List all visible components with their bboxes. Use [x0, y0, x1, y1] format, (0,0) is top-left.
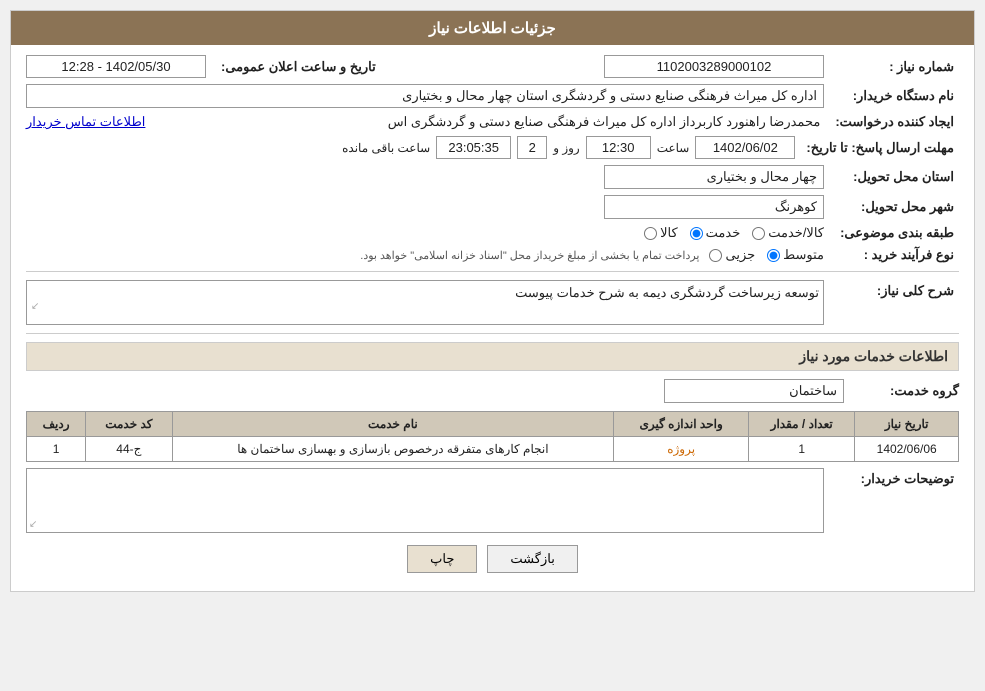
reply-remaining-label: ساعت باقی مانده	[342, 141, 430, 155]
radio-motavaset[interactable]: متوسط	[767, 247, 824, 263]
province-label: استان محل تحویل:	[839, 169, 959, 185]
services-section-title: اطلاعات خدمات مورد نیاز	[26, 342, 959, 371]
services-table: تاریخ نیاز تعداد / مقدار واحد اندازه گیر…	[26, 411, 959, 462]
reply-time-label: ساعت	[657, 141, 690, 155]
need-number-value: 1102003289000102	[604, 55, 824, 78]
cell-quantity: 1	[749, 437, 855, 462]
col-unit: واحد اندازه گیری	[614, 412, 749, 437]
cell-row-num: 1	[27, 437, 86, 462]
table-row: 1402/06/06 1 پروژه انجام کارهای متفرقه د…	[27, 437, 959, 462]
service-group-label: گروه خدمت:	[859, 383, 959, 399]
buyer-notes-label: توضیحات خریدار:	[839, 468, 959, 487]
col-service-code: کد خدمت	[86, 412, 172, 437]
buyer-notes-value: ↙	[26, 468, 824, 533]
reply-days-label: روز و	[553, 141, 580, 155]
radio-kala[interactable]: کالا	[644, 225, 678, 241]
radio-khedmat[interactable]: خدمت	[690, 225, 741, 241]
col-need-date: تاریخ نیاز	[855, 412, 959, 437]
cell-unit: پروژه	[614, 437, 749, 462]
date-label: تاریخ و ساعت اعلان عمومی:	[221, 59, 381, 75]
print-button[interactable]: چاپ	[407, 545, 477, 573]
page-header: جزئیات اطلاعات نیاز	[11, 11, 974, 45]
reply-deadline-label: مهلت ارسال پاسخ: تا تاریخ:	[806, 140, 959, 156]
col-service-name: نام خدمت	[172, 412, 614, 437]
city-value: کوهرنگ	[604, 195, 824, 219]
radio-jazee[interactable]: جزیی	[709, 247, 755, 263]
col-row-num: ردیف	[27, 412, 86, 437]
province-value: چهار محال و بختیاری	[604, 165, 824, 189]
contact-info-link[interactable]: اطلاعات تماس خریدار	[26, 114, 145, 130]
reply-time-value: 12:30	[586, 136, 651, 159]
note-text: پرداخت تمام یا بخشی از مبلغ خریداز محل "…	[26, 249, 699, 262]
classification-label: طبقه بندی موضوعی:	[839, 225, 959, 241]
col-quantity: تعداد / مقدار	[749, 412, 855, 437]
buyer-org-label: نام دستگاه خریدار:	[839, 88, 959, 104]
need-desc-label: شرح کلی نیاز:	[839, 280, 959, 299]
creator-value: محمدرضا راهنورد کاربرداز اداره کل میراث …	[155, 114, 820, 130]
classification-radio-group: کالا/خدمت خدمت کالا	[644, 225, 824, 241]
city-label: شهر محل تحویل:	[839, 199, 959, 215]
radio-kala-khedmat[interactable]: کالا/خدمت	[752, 225, 824, 241]
purchase-type-radio-group: متوسط جزیی	[709, 247, 824, 263]
back-button[interactable]: بازگشت	[487, 545, 577, 573]
buyer-org-value: اداره کل میراث فرهنگی صنایع دستی و گردشگ…	[26, 84, 824, 108]
reply-days-value: 2	[517, 136, 547, 159]
service-group-value: ساختمان	[664, 379, 844, 403]
page-title: جزئیات اطلاعات نیاز	[429, 20, 556, 37]
cell-service-name: انجام کارهای متفرقه درخصوص بازسازی و بهس…	[172, 437, 614, 462]
cell-need-date: 1402/06/06	[855, 437, 959, 462]
date-value: 1402/05/30 - 12:28	[26, 55, 206, 78]
purchase-type-label: نوع فرآیند خرید :	[839, 247, 959, 263]
button-row: بازگشت چاپ	[26, 545, 959, 573]
reply-date-value: 1402/06/02	[695, 136, 795, 159]
need-number-label: شماره نیاز :	[839, 59, 959, 75]
creator-label: ایجاد کننده درخواست:	[835, 114, 959, 130]
cell-service-code: ج-44	[86, 437, 172, 462]
reply-remaining-value: 23:05:35	[436, 136, 511, 159]
need-desc-value: توسعه زیرساخت گردشگری دیمه به شرح خدمات …	[26, 280, 824, 325]
